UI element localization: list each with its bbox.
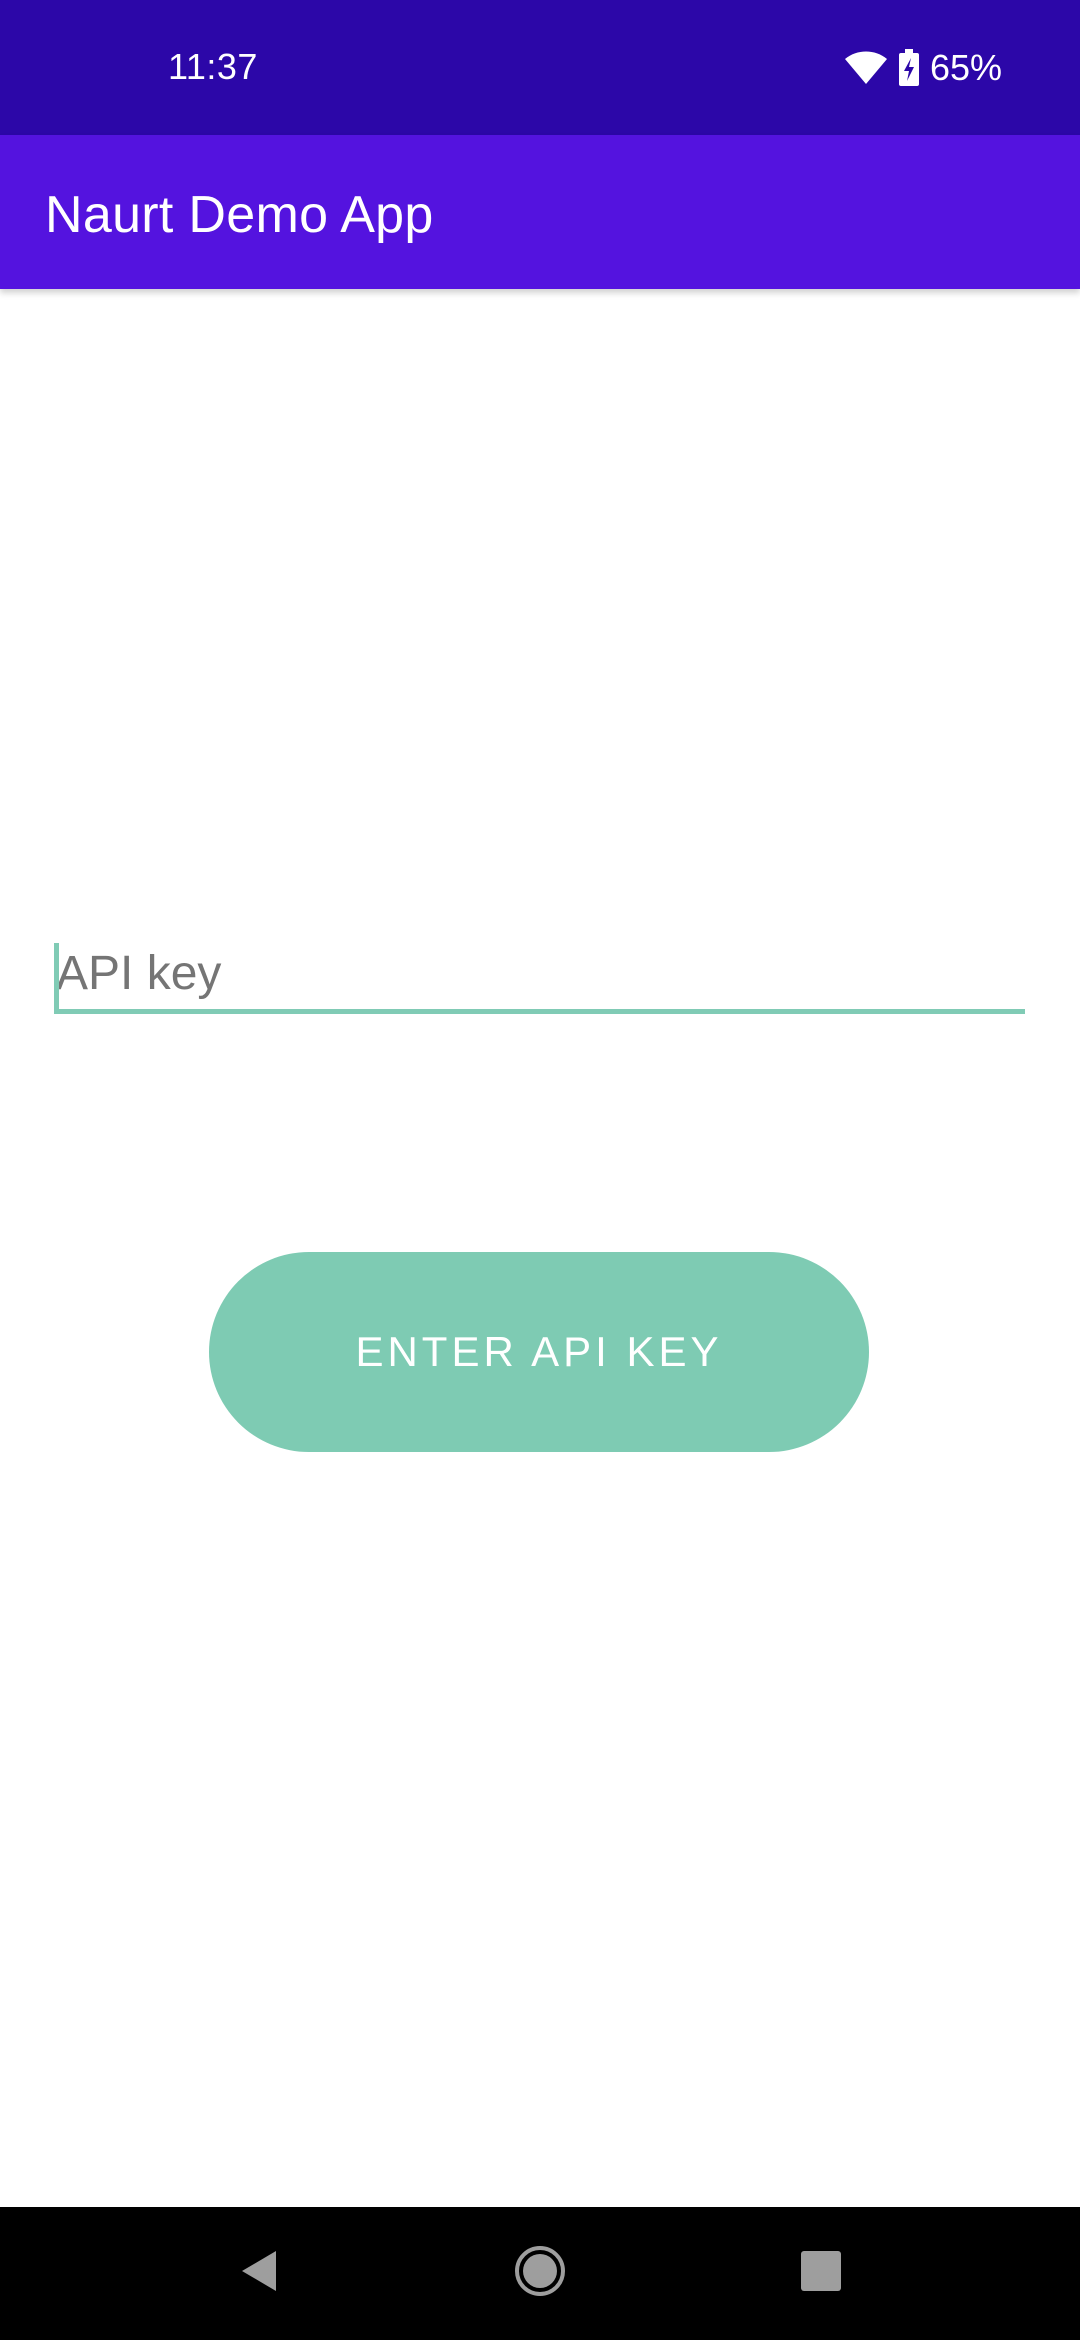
main-content: ENTER API KEY <box>0 289 1080 2207</box>
status-indicators: 65% <box>844 44 1002 92</box>
api-key-input[interactable] <box>54 939 1025 1007</box>
home-icon <box>513 2244 567 2303</box>
app-bar: Naurt Demo App <box>0 135 1080 289</box>
status-time: 11:37 <box>168 46 258 87</box>
back-icon <box>236 2247 280 2300</box>
api-key-field[interactable] <box>54 939 1025 1014</box>
navigation-bar <box>0 2207 1080 2340</box>
back-button[interactable] <box>178 2207 338 2340</box>
home-button[interactable] <box>460 2207 620 2340</box>
battery-charging-icon <box>898 49 920 87</box>
wifi-icon <box>844 50 888 86</box>
text-cursor <box>54 943 59 1009</box>
app-title: Naurt Demo App <box>45 186 434 244</box>
recents-button[interactable] <box>741 2207 901 2340</box>
recents-icon <box>799 2249 843 2298</box>
status-bar: 11:37 65% <box>0 0 1080 135</box>
enter-api-key-button[interactable]: ENTER API KEY <box>209 1252 869 1452</box>
api-key-underline <box>54 1009 1025 1014</box>
battery-percentage: 65% <box>929 47 1002 88</box>
